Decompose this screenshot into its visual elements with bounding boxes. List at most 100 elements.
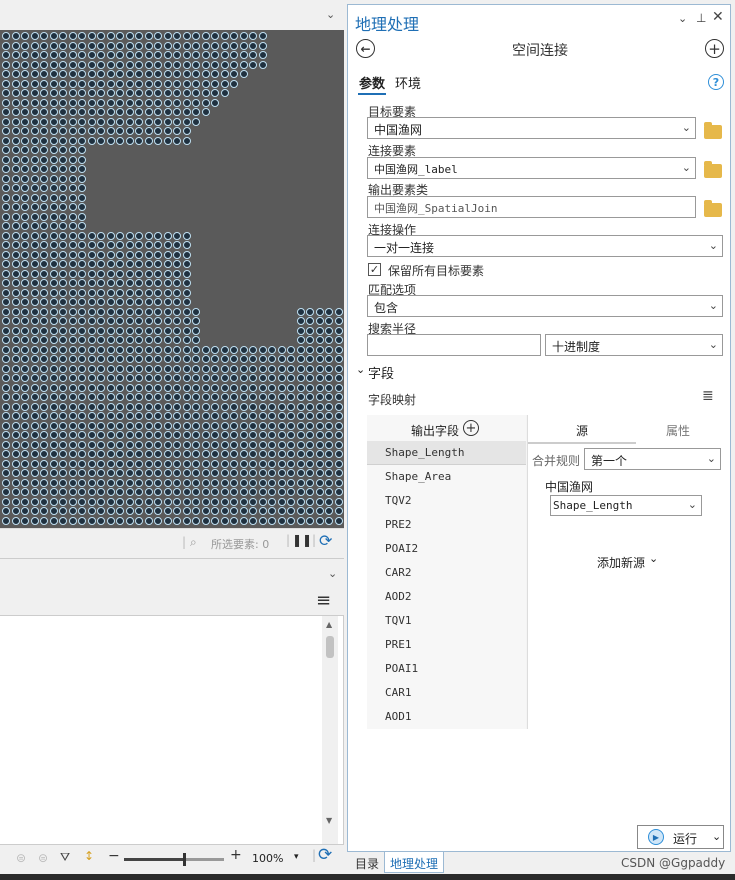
folder-icon[interactable] [704, 200, 722, 217]
grid-cell-marker [192, 60, 200, 69]
help-icon[interactable]: ? [708, 74, 724, 90]
menu-icon[interactable]: ≡ [316, 590, 331, 611]
folder-icon[interactable] [704, 161, 722, 178]
table-icon[interactable]: ⊜ [16, 851, 26, 865]
grid-cell-marker [182, 478, 191, 487]
zoom-level[interactable]: 100% [252, 852, 283, 865]
close-icon[interactable]: ✕ [712, 9, 724, 25]
grid-cell-marker [154, 89, 162, 97]
keep-all-checkbox[interactable]: ✓ [368, 263, 381, 276]
tab-catalog[interactable]: 目录 [355, 855, 379, 872]
output-field-item[interactable]: CAR2 [367, 561, 526, 585]
output-field-item[interactable]: POAI1 [367, 657, 526, 681]
grid-cell-marker [201, 459, 210, 468]
pin-icon[interactable]: ⊥ [696, 11, 706, 25]
merge-rule-select[interactable]: 第一个 ⌄ [584, 448, 721, 470]
filter-icon[interactable]: ⛛ [60, 850, 70, 865]
grid-cell-marker [40, 89, 48, 97]
grid-cell-marker [135, 412, 143, 420]
tab-parameters[interactable]: 参数 [359, 73, 385, 92]
map-canvas[interactable] [0, 30, 344, 528]
target-features-select[interactable]: 中国渔网 ⌄ [367, 117, 696, 139]
scroll-up-icon[interactable]: ▲ [326, 620, 332, 629]
grid-cell-marker [11, 32, 20, 40]
fields-section-title[interactable]: 字段 [368, 363, 394, 382]
grid-cell-marker [182, 383, 191, 392]
add-source-button[interactable]: 添加新源 [597, 554, 645, 571]
selection-icon[interactable]: ⌕ [190, 535, 197, 550]
grid-cell-marker [163, 41, 172, 50]
tab-geoprocessing[interactable]: 地理处理 [390, 855, 438, 872]
grid-cell-marker [258, 364, 267, 373]
refresh-icon[interactable]: ⟳ [318, 845, 332, 865]
grid-cell-marker [220, 421, 229, 430]
field-map-menu-icon[interactable]: ≣ [702, 388, 714, 404]
output-field-item[interactable]: Shape_Length [367, 441, 526, 465]
output-field-item[interactable]: PRE2 [367, 513, 526, 537]
grid-cell-marker [11, 288, 20, 297]
grid-cell-marker [106, 421, 115, 430]
vertical-scrollbar[interactable]: ▲ ▼ [322, 616, 338, 844]
output-field-item[interactable]: TQV1 [367, 609, 526, 633]
grid-cell-marker [49, 393, 58, 401]
grid-cell-marker [78, 497, 86, 506]
grid-cell-marker [49, 222, 58, 230]
folder-icon[interactable] [704, 122, 722, 139]
tab-environments[interactable]: 环境 [395, 73, 421, 92]
radius-unit-select[interactable]: 十进制度 ⌄ [545, 334, 723, 356]
pane-options-icon[interactable]: ⌄ [678, 12, 687, 25]
grid-cell-marker [49, 184, 58, 192]
table-icon-2[interactable]: ⊜ [38, 851, 48, 865]
grid-cell-marker [135, 231, 143, 240]
grid-cell-marker [154, 250, 162, 259]
grid-cell-marker [239, 421, 248, 430]
join-operation-select[interactable]: 一对一连接 ⌄ [367, 235, 723, 257]
grid-cell-marker [211, 364, 219, 373]
zoom-slider-track[interactable] [124, 853, 224, 866]
zoom-dropdown-icon[interactable]: ▾ [294, 852, 299, 862]
fields-collapse-icon[interactable]: ⌄ [356, 363, 365, 376]
run-button[interactable]: ▶ 运行 ⌄ [637, 825, 724, 849]
scroll-down-icon[interactable]: ▼ [326, 816, 332, 825]
pause-icon[interactable]: ❚❚ [292, 533, 312, 547]
refresh-icon[interactable]: ⟳ [319, 531, 332, 550]
grid-cell-marker [230, 412, 238, 420]
source-field-select[interactable]: Shape_Length ⌄ [550, 495, 702, 516]
output-feature-class-input[interactable]: 中国渔网_SpatialJoin [367, 196, 696, 218]
match-option-select[interactable]: 包含 ⌄ [367, 295, 723, 317]
grid-cell-marker [211, 440, 219, 449]
grid-cell-marker [173, 431, 181, 439]
grid-cell-marker [97, 450, 105, 458]
grid-cell-marker [68, 260, 77, 268]
output-field-item[interactable]: POAI2 [367, 537, 526, 561]
tab-properties[interactable]: 属性 [666, 422, 690, 439]
grid-cell-marker [230, 507, 238, 515]
grid-cell-marker [135, 488, 143, 496]
grid-cell-marker [220, 469, 229, 477]
grid-cell-marker [249, 364, 257, 373]
output-field-item[interactable]: Shape_Area [367, 465, 526, 489]
output-field-item[interactable]: CAR1 [367, 681, 526, 705]
chevron-down-icon[interactable]: ⌄ [328, 567, 337, 580]
add-icon[interactable]: + [705, 39, 724, 58]
grid-cell-marker [78, 516, 86, 525]
zoom-out-icon[interactable]: − [108, 848, 120, 864]
sort-icon[interactable]: ↕ [84, 849, 94, 863]
output-field-item[interactable]: TQV2 [367, 489, 526, 513]
search-radius-input[interactable] [367, 334, 541, 356]
output-field-item[interactable]: AOD1 [367, 705, 526, 729]
add-field-icon[interactable]: + [463, 420, 479, 436]
grid-cell-marker [249, 421, 257, 430]
join-features-select[interactable]: 中国渔网_label ⌄ [367, 157, 696, 179]
grid-cell-marker [97, 79, 105, 88]
grid-cell-marker [296, 497, 305, 506]
zoom-slider-thumb[interactable] [183, 853, 186, 866]
grid-cell-marker [106, 402, 115, 411]
output-field-item[interactable]: PRE1 [367, 633, 526, 657]
zoom-in-icon[interactable]: + [230, 847, 242, 863]
grid-cell-marker [87, 440, 96, 449]
chevron-down-icon[interactable]: ⌄ [326, 8, 335, 21]
output-field-item[interactable]: AOD2 [367, 585, 526, 609]
scrollbar-thumb[interactable] [326, 636, 334, 658]
tab-source[interactable]: 源 [576, 422, 588, 439]
